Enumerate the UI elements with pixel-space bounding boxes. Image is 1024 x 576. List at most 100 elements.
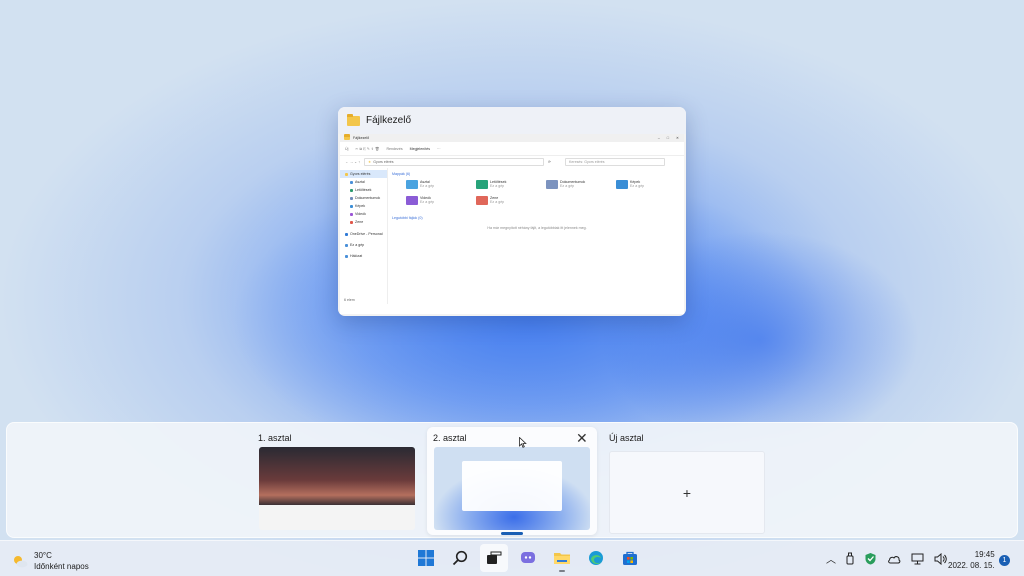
folder-location: Ez a gép <box>560 184 575 188</box>
task-view-icon <box>487 551 502 564</box>
folder-icon <box>546 179 558 189</box>
start-button[interactable] <box>412 544 440 572</box>
nav-item: Képek <box>340 202 387 210</box>
file-explorer-icon <box>554 553 570 564</box>
store-icon <box>623 551 637 565</box>
nav-item-icon <box>350 196 353 200</box>
nav-item-icon <box>345 232 348 236</box>
explorer-titlebar: Fájlkezelő – □ ✕ <box>340 134 684 142</box>
nav-item-icon <box>345 254 348 258</box>
folder-icon <box>476 179 488 189</box>
folder-tile: Asztal Ez a gép <box>406 178 476 190</box>
explorer-nav-pane: Gyors elérés Asztal Letöltések Dokumentumok… <box>340 168 388 304</box>
desktop-1[interactable]: 1. asztal <box>253 427 421 535</box>
section-recent: Legutóbbi fájlok (0) <box>392 216 423 220</box>
close-desktop-icon[interactable]: ✕ <box>576 431 588 445</box>
onedrive-cloud-icon[interactable] <box>887 554 901 564</box>
nav-item-icon <box>350 188 353 192</box>
new-button: Új <box>345 146 349 151</box>
sort-button: Rendezés <box>386 146 403 151</box>
windows-logo-icon <box>418 550 434 566</box>
window-preview-header: Fájlkezelő <box>338 107 686 134</box>
view-button: Megjelenítés <box>409 146 431 151</box>
clock-date: 2022. 08. 15. <box>948 561 995 570</box>
nav-item: Asztal <box>340 178 387 186</box>
chevron-up-icon[interactable]: ︿ <box>826 551 836 566</box>
window-preview-file-explorer[interactable]: Fájlkezelő Fájlkezelő – □ ✕ Új ✂ ⧉ ⎘ ✎ ⇪ 🗑… <box>338 107 686 316</box>
usb-icon[interactable] <box>846 552 854 565</box>
search-box: Keresés: Gyors elérés <box>565 158 666 166</box>
file-explorer-icon <box>347 113 360 126</box>
file-explorer-button[interactable] <box>548 544 576 572</box>
active-desktop-indicator <box>501 532 523 535</box>
clock[interactable]: 19:45 2022. 08. 15. <box>948 549 995 571</box>
mouse-cursor-icon <box>519 437 527 448</box>
weather-description: Időnként napos <box>34 562 89 571</box>
partly-sunny-icon <box>14 556 28 568</box>
nav-item: Hálózat <box>340 252 387 260</box>
notification-badge[interactable]: 1 <box>999 555 1010 566</box>
folder-tile: Videók Ez a gép <box>406 194 476 206</box>
new-desktop[interactable]: Új asztal + <box>603 427 773 535</box>
nav-item-label: Videók <box>355 212 366 216</box>
folder-icon <box>616 179 628 189</box>
network-icon[interactable] <box>911 553 924 565</box>
chat-icon <box>521 552 535 563</box>
folder-tile: Képek Ez a gép <box>616 178 686 190</box>
nav-item-icon <box>345 172 348 176</box>
weather-temperature: 30°C <box>34 551 52 560</box>
folder-location: Ez a gép <box>420 200 435 204</box>
security-shield-icon[interactable] <box>864 552 877 565</box>
task-view-button[interactable] <box>480 544 508 572</box>
clock-time: 19:45 <box>974 550 995 559</box>
desktop-1-label: 1. asztal <box>258 433 292 443</box>
chat-button[interactable] <box>514 544 542 572</box>
folder-icon <box>406 179 418 189</box>
folder-location: Ez a gép <box>490 200 505 204</box>
explorer-command-bar: Új ✂ ⧉ ⎘ ✎ ⇪ 🗑 Rendezés Megjelenítés ··· <box>340 142 684 156</box>
nav-item-label: Letöltések <box>355 188 372 192</box>
nav-item-icon <box>345 243 348 247</box>
desktop-2[interactable]: 2. asztal ✕ <box>427 427 597 535</box>
window-preview-title: Fájlkezelő <box>366 115 412 126</box>
explorer-main-pane: Mappák (6) Asztal Ez a gép Letöltések Ez a … <box>392 170 682 300</box>
recent-empty-message: Ha már megnyitott néhány fájlt, a legutó… <box>487 226 587 230</box>
nav-item: Letöltések <box>340 186 387 194</box>
search-button[interactable] <box>446 544 474 572</box>
folder-location: Ez a gép <box>630 184 645 188</box>
nav-item: Gyors elérés <box>340 170 387 178</box>
nav-item: Videók <box>340 210 387 218</box>
edge-button[interactable] <box>582 544 610 572</box>
explorer-address-row: ← → ⌄ ↑ ★ Gyors elérés ⟳ Keresés: Gyors … <box>340 156 684 168</box>
folder-tile: Zene Ez a gép <box>476 194 546 206</box>
weather-widget[interactable]: 30°C Időnként napos <box>12 550 89 572</box>
system-tray: ︿ <box>826 551 947 566</box>
explorer-tab-title: Fájlkezelő <box>353 136 370 140</box>
nav-item-label: Dokumentumok <box>355 196 381 200</box>
window-thumbnail <box>462 461 562 511</box>
folder-tile: Dokumentumok Ez a gép <box>546 178 616 190</box>
folder-location: Ez a gép <box>490 184 505 188</box>
add-desktop-button[interactable]: + <box>609 451 765 534</box>
nav-item-label: OneDrive - Personal <box>350 232 383 236</box>
nav-item: Zene <box>340 218 387 226</box>
taskbar-apps <box>412 544 644 572</box>
nav-item-label: Hálózat <box>350 254 363 258</box>
nav-item: Dokumentumok <box>340 194 387 202</box>
desktop-2-thumbnail[interactable] <box>434 447 590 530</box>
nav-item: OneDrive - Personal <box>340 230 387 238</box>
store-button[interactable] <box>616 544 644 572</box>
nav-item-icon <box>350 204 353 208</box>
folder-icon <box>476 195 488 205</box>
plus-icon: + <box>682 484 692 501</box>
nav-item-icon <box>350 212 353 216</box>
desktop-1-thumbnail[interactable] <box>259 447 415 530</box>
volume-icon[interactable] <box>934 552 947 565</box>
folder-icon <box>344 134 350 140</box>
nav-item-label: Gyors elérés <box>350 172 371 176</box>
folder-grid: Asztal Ez a gép Letöltések Ez a gép Dokument… <box>392 178 682 206</box>
nav-item-icon <box>350 220 353 224</box>
new-desktop-label: Új asztal <box>609 433 644 443</box>
nav-item: Ez a gép <box>340 241 387 249</box>
running-indicator <box>559 570 565 572</box>
